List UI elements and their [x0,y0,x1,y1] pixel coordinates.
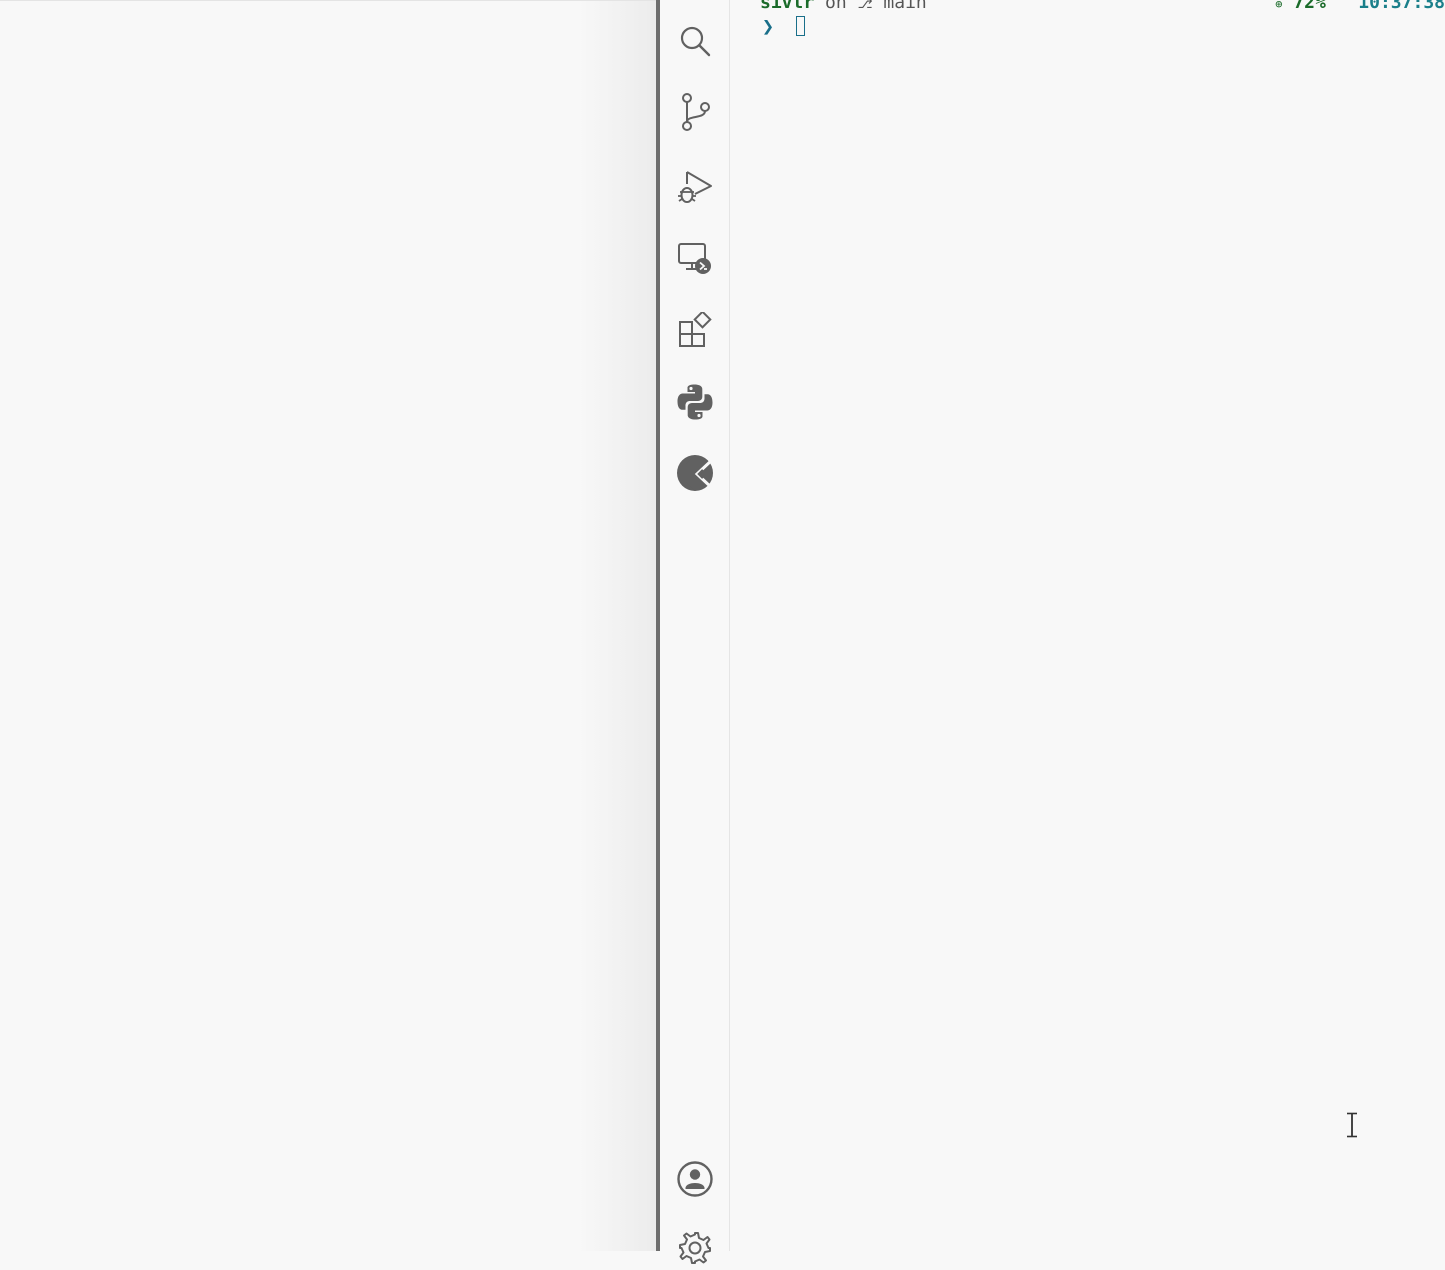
prompt-on-text: on [825,0,847,13]
search-icon [680,26,711,57]
prompt-info-line: sivtr on ⎇ main [760,0,927,14]
text-cursor-icon [1347,1112,1357,1138]
activity-run-debug[interactable] [673,164,717,208]
prompt-right-status: ⊕ 72% 10:37:38 [1275,0,1445,14]
activity-manage[interactable] [673,1226,717,1270]
battery-level: 72% [1293,0,1326,13]
prompt-time: 10:37:38 [1358,0,1445,13]
activity-extensions[interactable] [673,308,717,352]
account-icon [677,1161,713,1197]
terminal-cursor [796,16,805,36]
prompt-directory: sivtr [760,0,815,13]
activity-bar [660,0,730,1264]
terminal-panel[interactable]: sivtr on ⎇ main ⊕ 72% 10:37:38 ❯ [731,0,1445,1251]
python-icon [677,384,713,420]
remote-explorer-icon [678,243,711,274]
extensions-icon [679,312,712,347]
prompt-branch: main [883,0,927,13]
branch-icon: ⎇ [857,0,873,12]
activity-remote-explorer[interactable] [673,236,717,280]
activity-source-control[interactable] [673,90,717,134]
source-control-icon [682,93,710,131]
prompt-symbol: ❯ [762,14,775,38]
remote-extension-icon [677,455,714,491]
run-debug-icon [678,171,712,203]
gear-icon [679,1232,711,1264]
activity-accounts[interactable] [673,1157,717,1201]
battery-icon: ⊕ [1275,0,1283,11]
top-border [0,0,660,1]
activity-python[interactable] [673,380,717,424]
activity-search[interactable] [673,19,717,63]
activity-remote-extension[interactable] [673,451,717,495]
editor-empty-area [0,0,656,1251]
